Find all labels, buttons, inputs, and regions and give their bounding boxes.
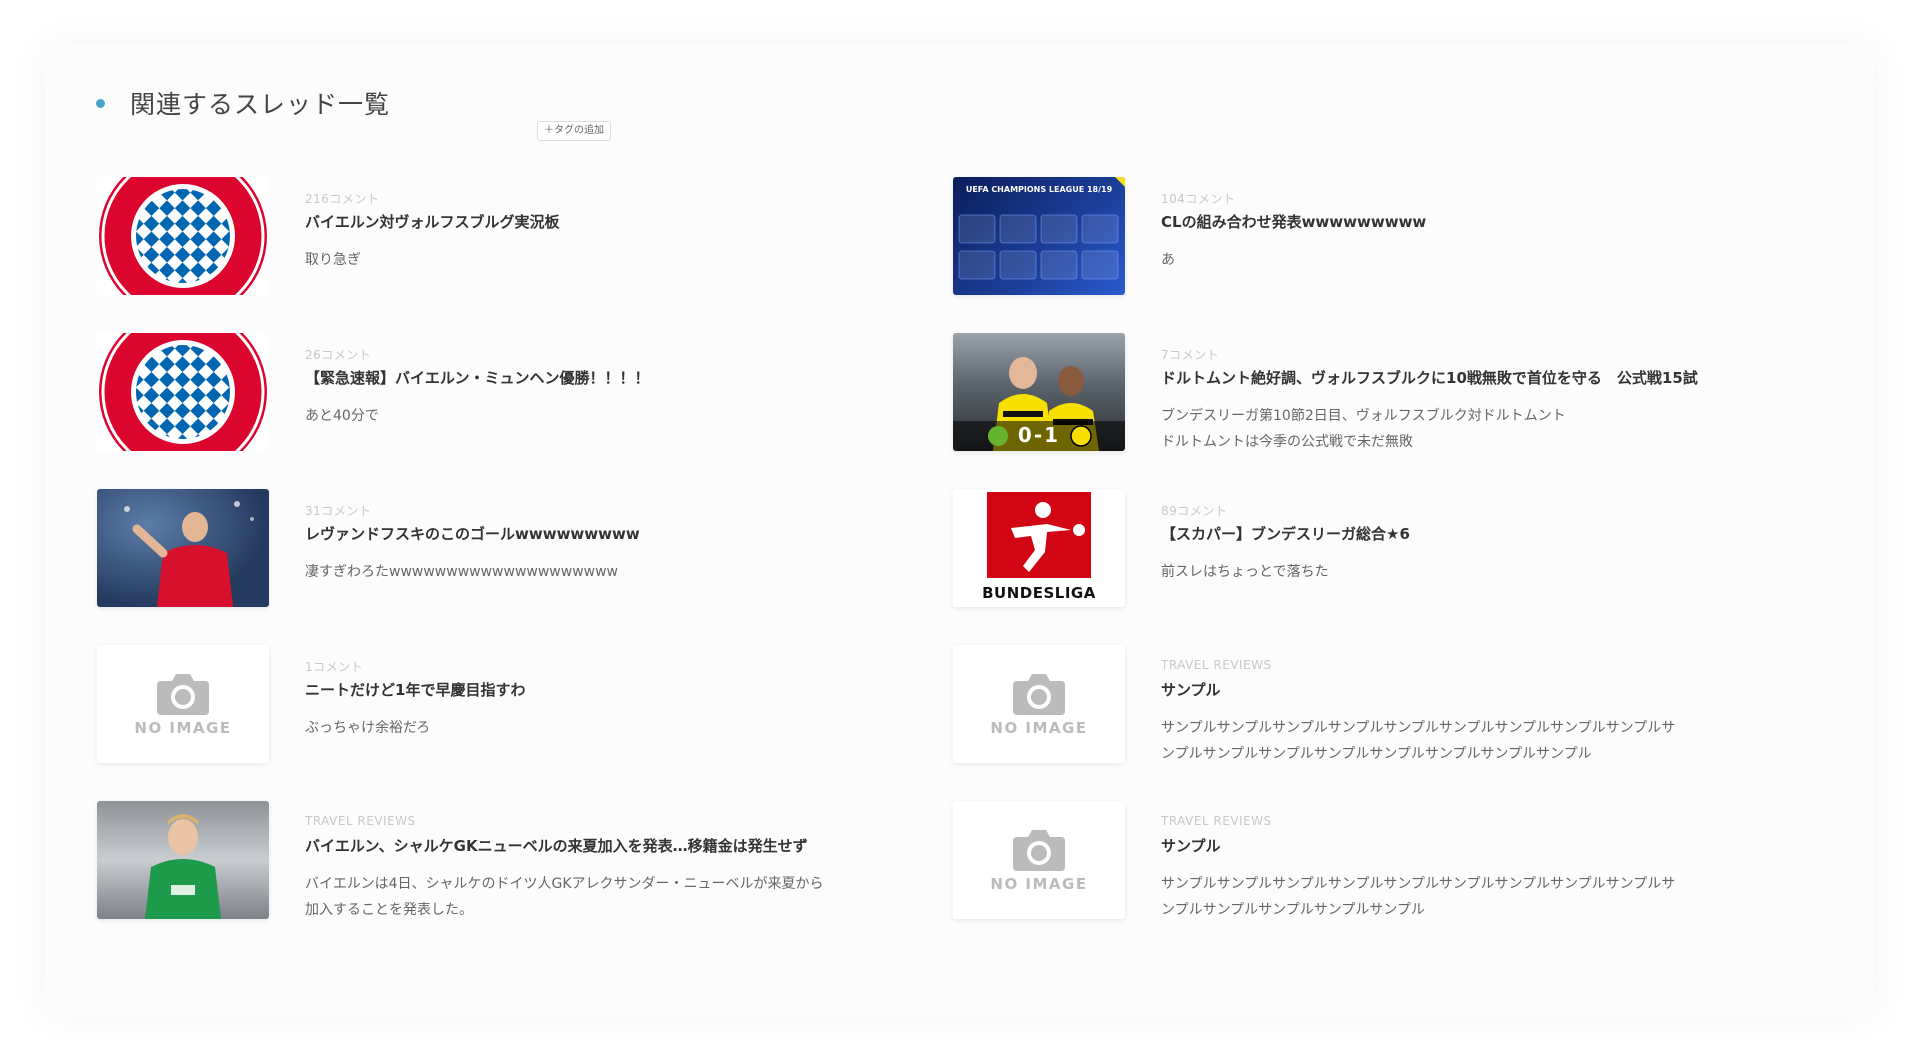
thread-item[interactable]: BUNDESLIGA 89コメント 【スカパー】ブンデスリーガ総合★6 前スレは… bbox=[953, 489, 1813, 609]
no-image-label: NO IMAGE bbox=[990, 719, 1088, 737]
camera-icon bbox=[157, 674, 209, 715]
no-image-label: NO IMAGE bbox=[990, 875, 1088, 893]
thread-category: TRAVEL REVIEWS bbox=[1161, 658, 1272, 672]
thread-description: 前スレはちょっとで落ちた bbox=[1161, 564, 1329, 580]
thread-title[interactable]: ニートだけど1年で早慶目指すわ bbox=[305, 679, 525, 700]
thread-item[interactable]: NO IMAGE 1コメント ニートだけど1年で早慶目指すわ ぶっちゃけ余裕だろ bbox=[97, 645, 957, 765]
thread-category: TRAVEL REVIEWS bbox=[1161, 814, 1272, 828]
thread-description: 凄すぎわろたwwwwwwwwwwwwwwwwwwww bbox=[305, 564, 619, 580]
bundesliga-logo-thumbnail[interactable]: BUNDESLIGA bbox=[953, 489, 1125, 607]
thread-title[interactable]: レヴァンドフスキのこのゴールwwwwwwwww bbox=[305, 523, 640, 544]
thread-description: 取り急ぎ bbox=[305, 252, 361, 268]
comment-count: 89コメント bbox=[1161, 504, 1228, 518]
thread-title[interactable]: 【緊急速報】バイエルン・ミュンヘン優勝！！！！ bbox=[305, 367, 650, 388]
thread-title[interactable]: サンプル bbox=[1161, 835, 1221, 856]
thread-description: サンプルサンプルサンプルサンプルサンプルサンプルサンプルサンプルサンプルサ ンプル… bbox=[1161, 876, 1676, 918]
comment-count: 104コメント bbox=[1161, 192, 1236, 206]
section-heading: 関連するスレッド一覧 bbox=[96, 86, 390, 120]
thread-title[interactable]: 【スカパー】ブンデスリーガ総合★6 bbox=[1161, 523, 1410, 544]
comment-count: 1コメント bbox=[305, 660, 364, 674]
bundesliga-logo-text: BUNDESLIGA bbox=[982, 584, 1096, 602]
match-score: 0-1 bbox=[1017, 423, 1061, 447]
bundesliga-logo-icon bbox=[987, 492, 1091, 578]
thread-description: バイエルンは4日、シャルケのドイツ人GKアレクサンダー・ニューベルが来夏から 加入… bbox=[305, 876, 824, 918]
thread-item[interactable]: 26コメント 【緊急速報】バイエルン・ミュンヘン優勝！！！！ あと40分で bbox=[97, 333, 957, 453]
thread-title[interactable]: CLの組み合わせ発表wwwwwwwww bbox=[1161, 211, 1426, 232]
thread-item[interactable]: TRAVEL REVIEWS バイエルン、シャルケGKニューベルの来夏加入を発表… bbox=[97, 801, 957, 921]
thread-item[interactable]: NO IMAGE TRAVEL REVIEWS サンプル サンプルサンプルサンプ… bbox=[953, 645, 1813, 765]
thread-title[interactable]: バイエルン対ヴォルフスブルグ実況板 bbox=[305, 211, 560, 232]
dortmund-match-thumbnail[interactable]: 0-1 bbox=[953, 333, 1125, 451]
bayern-logo-thumbnail[interactable] bbox=[97, 333, 269, 451]
thread-description: あ bbox=[1161, 252, 1175, 268]
thread-item[interactable]: 216コメント バイエルン対ヴォルフスブルグ実況板 取り急ぎ bbox=[97, 177, 957, 297]
add-tag-button[interactable]: ＋タグの追加 bbox=[537, 121, 611, 141]
player-photo-thumbnail[interactable] bbox=[97, 489, 269, 607]
no-image-thumbnail[interactable]: NO IMAGE bbox=[97, 645, 269, 763]
thread-title[interactable]: サンプル bbox=[1161, 679, 1221, 700]
bayern-logo-thumbnail[interactable] bbox=[97, 177, 269, 295]
thread-description: ブンデスリーガ第10節2日目、ヴォルフスブルク対ドルトムント ドルトムントは今季の… bbox=[1161, 408, 1566, 450]
thread-item[interactable]: 0-1 7コメント ドルトムント絶好調、ヴォルフスブルクに10戦無敗で首位を守る… bbox=[953, 333, 1813, 453]
thread-title[interactable]: バイエルン、シャルケGKニューベルの来夏加入を発表…移籍金は発生せず bbox=[305, 835, 808, 856]
thread-item[interactable]: UEFA CHAMPIONS LEAGUE 18/19 104コメント CLの組… bbox=[953, 177, 1813, 297]
thread-title[interactable]: ドルトムント絶好調、ヴォルフスブルクに10戦無敗で首位を守る 公式戦15試 bbox=[1161, 367, 1698, 388]
thread-description: サンプルサンプルサンプルサンプルサンプルサンプルサンプルサンプルサンプルサ ンプル… bbox=[1161, 720, 1676, 762]
section-title: 関連するスレッド一覧 bbox=[130, 90, 391, 119]
bullet-dot-icon bbox=[96, 98, 105, 108]
no-image-label: NO IMAGE bbox=[134, 719, 232, 737]
thread-category: TRAVEL REVIEWS bbox=[305, 814, 416, 828]
comment-count: 7コメント bbox=[1161, 348, 1220, 362]
thread-item[interactable]: 31コメント レヴァンドフスキのこのゴールwwwwwwwww 凄すぎわろたwww… bbox=[97, 489, 957, 609]
comment-count: 31コメント bbox=[305, 504, 372, 518]
camera-icon bbox=[1013, 674, 1065, 715]
camera-icon bbox=[1013, 830, 1065, 871]
thread-description: ぶっちゃけ余裕だろ bbox=[305, 720, 431, 736]
thread-item[interactable]: NO IMAGE TRAVEL REVIEWS サンプル サンプルサンプルサンプ… bbox=[953, 801, 1813, 921]
comment-count: 26コメント bbox=[305, 348, 372, 362]
goalkeeper-photo-thumbnail[interactable] bbox=[97, 801, 269, 919]
no-image-thumbnail[interactable]: NO IMAGE bbox=[953, 645, 1125, 763]
thread-description: あと40分で bbox=[305, 408, 379, 424]
ucl-draw-thumbnail[interactable]: UEFA CHAMPIONS LEAGUE 18/19 bbox=[953, 177, 1125, 295]
no-image-thumbnail[interactable]: NO IMAGE bbox=[953, 801, 1125, 919]
comment-count: 216コメント bbox=[305, 192, 380, 206]
